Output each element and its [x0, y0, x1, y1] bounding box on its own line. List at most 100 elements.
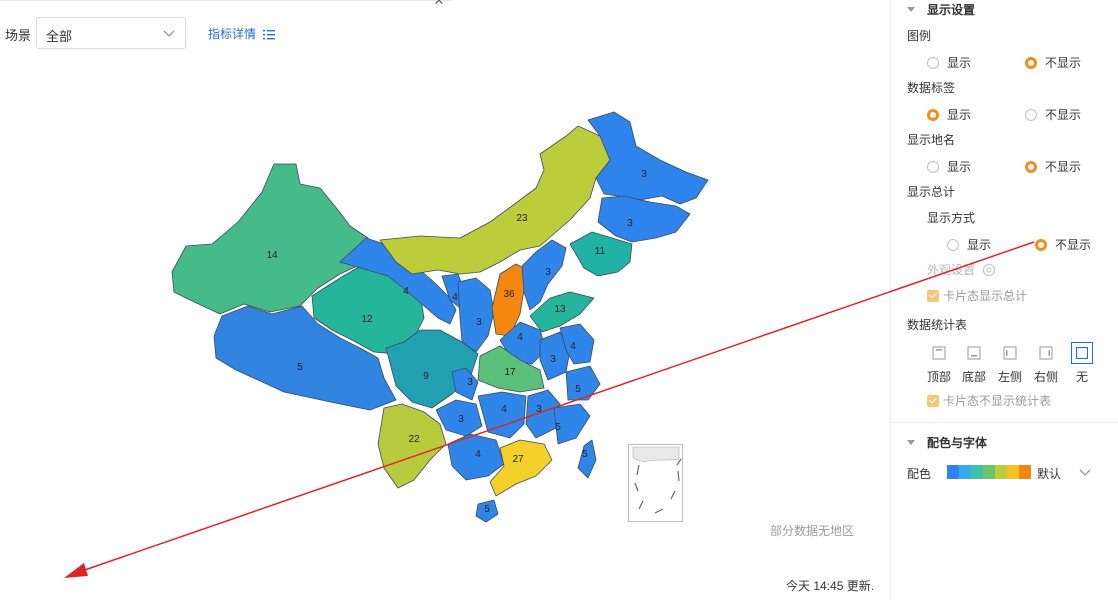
- legend-hide-label: 不显示: [1045, 56, 1082, 70]
- region-value-label: 9: [423, 371, 429, 382]
- region-value-label: 3: [641, 169, 647, 180]
- total-show-radio[interactable]: 显示: [947, 236, 991, 253]
- region-value-label: 5: [484, 504, 490, 515]
- region-value-label: 3: [545, 267, 551, 278]
- palette-color-4: [995, 465, 1007, 479]
- radio-icon: [927, 161, 939, 173]
- palette-color-5: [1007, 465, 1019, 479]
- layout-bottom-icon: [967, 346, 981, 360]
- place-names-label: 显示地名: [907, 133, 956, 147]
- region-value-label: 4: [501, 404, 507, 415]
- update-time-note: 今天 14:45 更新.: [786, 579, 875, 593]
- place-names-hide-radio[interactable]: 不显示: [1025, 158, 1081, 175]
- stats-right-label: 右侧: [1033, 370, 1058, 384]
- stats-top-option[interactable]: 顶部: [922, 342, 956, 385]
- top-divider: [0, 0, 452, 1]
- layout-top-icon: [932, 346, 946, 360]
- palette-name[interactable]: 默认: [1037, 465, 1061, 482]
- list-icon: [263, 30, 276, 40]
- gear-icon: [983, 263, 996, 277]
- region-value-label: 5: [297, 362, 303, 373]
- color-font-title: 配色与字体: [927, 436, 988, 450]
- stats-top-label: 顶部: [926, 370, 951, 384]
- checkbox-checked-icon: [927, 290, 939, 302]
- indicator-detail-label: 指标详情: [208, 27, 257, 41]
- legend-show-label: 显示: [947, 56, 972, 70]
- region-zhejiang[interactable]: [565, 365, 601, 401]
- stats-left-option[interactable]: 左侧: [993, 342, 1027, 385]
- region-value-label: 23: [516, 213, 528, 224]
- radio-icon: [927, 57, 939, 69]
- layout-right-icon: [1039, 346, 1053, 360]
- checkbox-checked-icon: [927, 395, 939, 407]
- region-value-label: 3: [467, 377, 473, 388]
- region-value-label: 22: [408, 434, 420, 445]
- scene-label: 场景: [5, 28, 32, 43]
- region-value-label: 5: [575, 384, 581, 395]
- region-value-label: 14: [266, 250, 278, 261]
- region-value-label: 27: [512, 454, 524, 465]
- stats-bottom-label: 底部: [961, 370, 986, 384]
- data-labels-hide-label: 不显示: [1045, 108, 1082, 122]
- color-font-header[interactable]: 配色与字体: [907, 434, 987, 451]
- appearance-label: 外观设置: [927, 263, 976, 277]
- legend-hide-radio[interactable]: 不显示: [1025, 54, 1081, 71]
- total-mode-label: 显示方式: [927, 211, 976, 225]
- display-settings-header[interactable]: 显示设置: [907, 1, 975, 18]
- legend-label: 图例: [907, 29, 932, 43]
- scene-select[interactable]: 全部: [36, 17, 186, 49]
- region-value-label: 3: [458, 414, 464, 425]
- appearance-settings[interactable]: 外观设置: [927, 261, 996, 278]
- stats-none-option[interactable]: 无: [1065, 342, 1099, 385]
- place-names-show-radio[interactable]: 显示: [927, 158, 971, 175]
- region-chongqing[interactable]: [451, 367, 479, 401]
- layout-left-icon: [1003, 346, 1017, 360]
- stats-bottom-option[interactable]: 底部: [957, 342, 991, 385]
- card-hide-table-checkbox[interactable]: 卡片态不显示统计表: [927, 392, 1051, 409]
- display-settings-title: 显示设置: [927, 3, 976, 17]
- chevron-down-icon: [163, 30, 175, 37]
- region-value-label: 13: [554, 304, 566, 315]
- palette-color-0: [947, 465, 959, 479]
- place-names-hide-label: 不显示: [1045, 160, 1082, 174]
- radio-icon: [1025, 109, 1037, 121]
- region-value-label: 4: [517, 332, 523, 343]
- stats-none-label: 无: [1075, 370, 1088, 384]
- region-value-label: 3: [550, 354, 556, 365]
- legend-show-radio[interactable]: 显示: [927, 54, 971, 71]
- stats-table-label: 数据统计表: [907, 318, 968, 332]
- region-value-label: 3: [476, 317, 482, 328]
- stats-right-option[interactable]: 右侧: [1029, 342, 1063, 385]
- close-icon[interactable]: ✕: [432, 0, 446, 7]
- region-value-label: 3: [627, 218, 633, 229]
- place-names-show-label: 显示: [947, 160, 972, 174]
- radio-checked-icon: [1035, 239, 1047, 251]
- region-value-label: 5: [555, 422, 561, 433]
- scene-select-value: 全部: [46, 29, 73, 44]
- data-labels-show-radio[interactable]: 显示: [927, 106, 971, 123]
- section-divider: [891, 422, 1118, 423]
- total-hide-label: 不显示: [1055, 238, 1092, 252]
- radio-icon: [947, 239, 959, 251]
- total-show-label: 显示: [967, 238, 992, 252]
- region-shaanxi[interactable]: [457, 277, 495, 353]
- radio-checked-icon: [1025, 57, 1037, 69]
- indicator-detail-link[interactable]: 指标详情: [208, 25, 276, 42]
- region-jilin[interactable]: [597, 195, 691, 243]
- region-value-label: 17: [504, 367, 516, 378]
- no-data-note: 部分数据无地区: [770, 524, 855, 538]
- palette-color-3: [983, 465, 995, 479]
- data-labels-hide-radio[interactable]: 不显示: [1025, 106, 1081, 123]
- region-hunan[interactable]: [477, 391, 527, 439]
- card-total-label: 卡片态显示总计: [943, 289, 1028, 303]
- caret-down-icon: [907, 7, 915, 12]
- card-total-checkbox[interactable]: 卡片态显示总计: [927, 287, 1027, 304]
- region-yunnan[interactable]: [377, 403, 447, 489]
- settings-panel: 显示设置 图例 显示 不显示 数据标签 显示 不显示 显示地名 显示 不显示 显…: [890, 0, 1118, 600]
- color-palette-swatch[interactable]: [947, 465, 1031, 479]
- chevron-down-icon[interactable]: [1079, 466, 1091, 478]
- total-hide-radio[interactable]: 不显示: [1035, 236, 1091, 253]
- palette-color-6: [1019, 465, 1031, 479]
- region-value-label: 4: [475, 449, 481, 460]
- region-value-label: 4: [452, 292, 458, 303]
